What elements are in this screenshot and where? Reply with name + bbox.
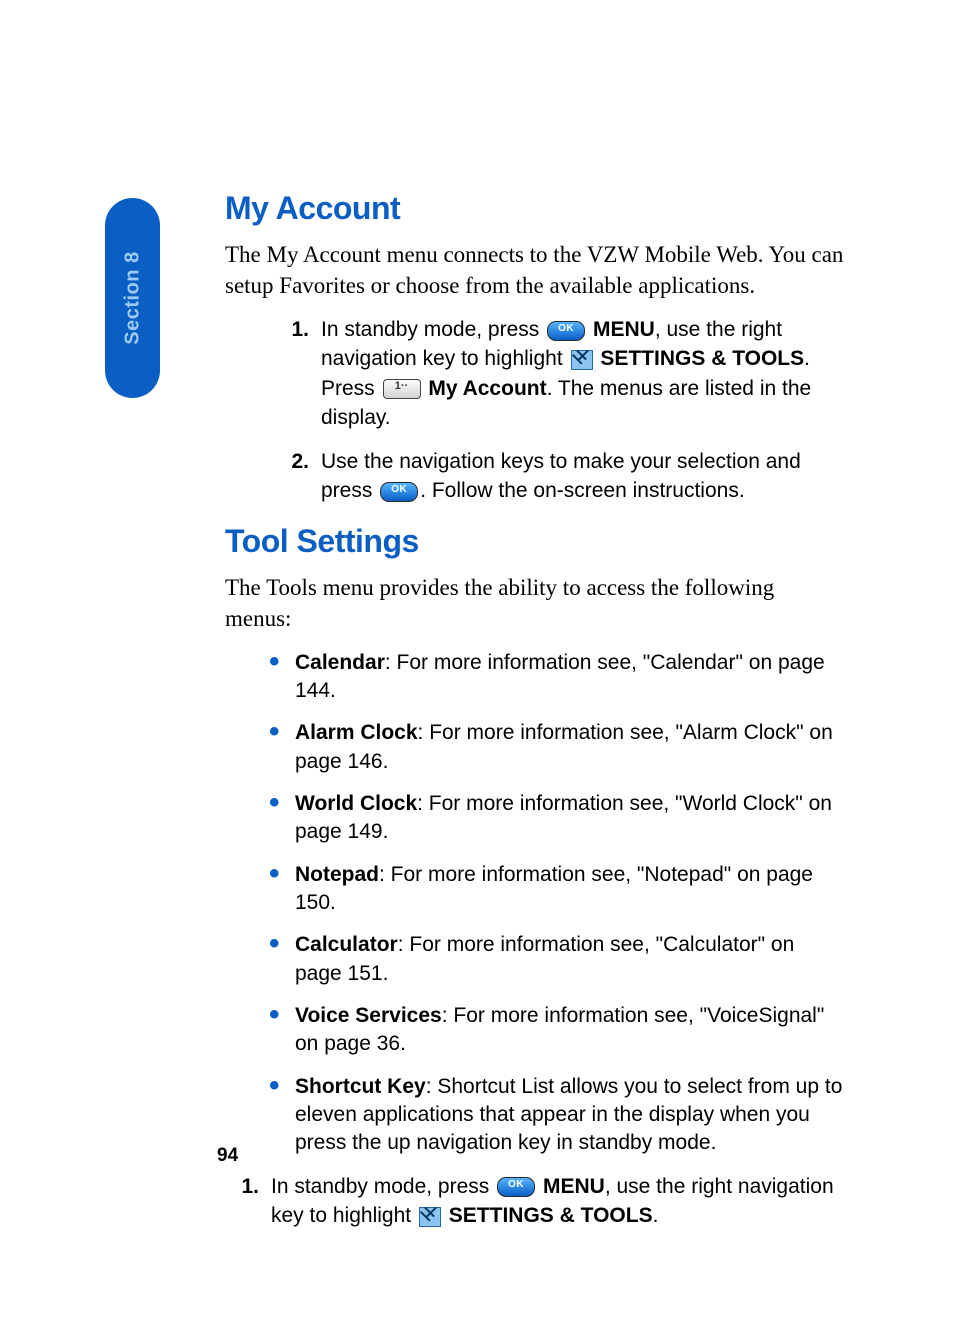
step-number: 2. <box>275 447 321 506</box>
tool-list: Calendar: For more information see, "Cal… <box>225 649 845 1158</box>
tools-icon <box>419 1207 441 1227</box>
list-item: Calendar: For more information see, "Cal… <box>269 649 845 706</box>
softkey-icon <box>383 379 421 399</box>
ok-key-icon <box>380 482 418 502</box>
ok-key-icon <box>497 1177 535 1197</box>
list-item: Notepad: For more information see, "Note… <box>269 861 845 918</box>
heading-my-account: My Account <box>225 190 845 227</box>
step-text: Use the navigation keys to make your sel… <box>321 447 845 506</box>
section-tab: Section 8 <box>105 198 160 398</box>
step-number: 1. <box>225 1172 271 1231</box>
list-item: World Clock: For more information see, "… <box>269 790 845 847</box>
list-item: Shortcut Key: Shortcut List allows you t… <box>269 1073 845 1158</box>
list-item: Alarm Clock: For more information see, "… <box>269 719 845 776</box>
section-tab-label: Section 8 <box>121 251 144 344</box>
step-1: 1. In standby mode, press MENU, use the … <box>275 315 845 433</box>
step-2: 2. Use the navigation keys to make your … <box>275 447 845 506</box>
tools-icon <box>571 350 593 370</box>
step-text: In standby mode, press MENU, use the rig… <box>271 1172 845 1231</box>
ok-key-icon <box>547 321 585 341</box>
heading-tool-settings: Tool Settings <box>225 523 845 560</box>
intro-my-account: The My Account menu connects to the VZW … <box>225 239 845 301</box>
step-number: 1. <box>275 315 321 433</box>
list-item: Voice Services: For more information see… <box>269 1002 845 1059</box>
list-item: Calculator: For more information see, "C… <box>269 931 845 988</box>
page-number: 94 <box>217 1145 238 1167</box>
step-1: 1. In standby mode, press MENU, use the … <box>225 1172 845 1231</box>
intro-tool-settings: The Tools menu provides the ability to a… <box>225 572 845 634</box>
page-content: My Account The My Account menu connects … <box>225 190 845 1248</box>
step-text: In standby mode, press MENU, use the rig… <box>321 315 845 433</box>
steps-my-account: 1. In standby mode, press MENU, use the … <box>275 315 845 505</box>
steps-shortcut-key: 1. In standby mode, press MENU, use the … <box>225 1172 845 1231</box>
